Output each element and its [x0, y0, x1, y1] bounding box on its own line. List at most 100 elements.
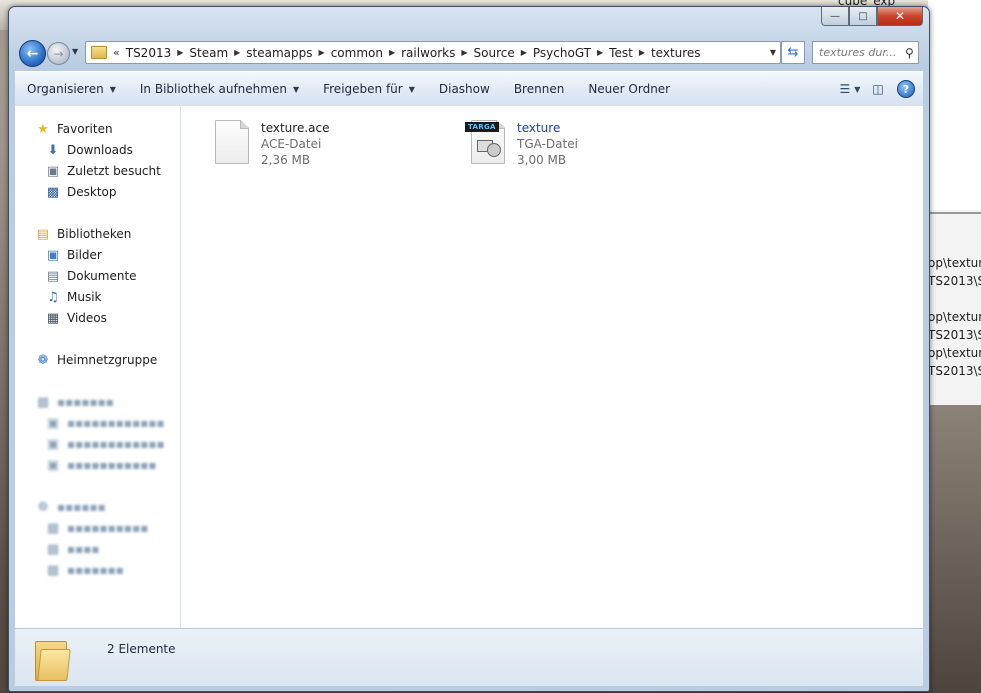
file-details: texture.ace ACE-Datei 2,36 MB	[261, 120, 330, 168]
include-library-label: In Bibliothek aufnehmen	[139, 82, 287, 96]
search-icon[interactable]: ⚲	[905, 46, 914, 60]
breadcrumb-arrow-icon[interactable]: ▶	[317, 48, 327, 57]
back-button[interactable]: ←	[19, 40, 46, 67]
nav-item-label: Musik	[67, 290, 102, 304]
videos-icon: ▦	[46, 310, 60, 326]
maximize-icon: □	[858, 10, 868, 22]
nav-homegroup-label: Heimnetzgruppe	[57, 353, 158, 367]
address-bar[interactable]: « TS2013 ▶ Steam ▶ steamapps ▶ common ▶ rail…	[85, 41, 781, 64]
nav-computer-obscured[interactable]: ▩ ▪▪▪▪▪▪▪	[35, 394, 114, 410]
nav-network-obscured[interactable]: ❁ ▪▪▪▪▪▪	[35, 499, 106, 515]
nav-homegroup[interactable]: ❁ Heimnetzgruppe	[35, 352, 158, 368]
nav-drive-obscured[interactable]: ▣ ▪▪▪▪▪▪▪▪▪▪▪▪	[45, 415, 165, 431]
organize-label: Organisieren	[27, 82, 104, 96]
homegroup-icon: ❁	[37, 352, 49, 368]
file-name: texture	[517, 121, 561, 135]
breadcrumb-item[interactable]: common	[327, 46, 387, 60]
breadcrumb-item[interactable]: steamapps	[242, 46, 316, 60]
breadcrumb-arrow-icon[interactable]: ▶	[637, 48, 647, 57]
nav-item-music[interactable]: ♫ Musik	[45, 289, 102, 305]
pictures-icon: ▣	[46, 247, 60, 263]
minimize-icon: —	[830, 10, 840, 22]
burn-button[interactable]: Brennen	[502, 82, 576, 96]
nav-item-documents[interactable]: ▤ Dokumente	[45, 268, 137, 284]
nav-item-recent[interactable]: ▣ Zuletzt besucht	[45, 163, 161, 179]
recent-pages-dropdown[interactable]: ▼	[72, 47, 78, 56]
obscured-label: ▪▪▪▪▪▪▪▪▪▪▪	[67, 458, 157, 472]
breadcrumb-item[interactable]: PsychoGT	[529, 46, 595, 60]
file-item[interactable]: texture.ace ACE-Datei 2,36 MB	[215, 120, 330, 168]
chevron-down-icon: ▼	[109, 84, 116, 94]
refresh-button[interactable]: ⇆	[781, 41, 805, 64]
star-icon: ★	[37, 121, 49, 137]
background-text-line: op\texture	[928, 310, 981, 324]
forward-button[interactable]: →	[47, 42, 70, 65]
chevron-down-icon: ▼	[408, 84, 415, 94]
nav-item-label: Videos	[67, 311, 107, 325]
downloads-icon: ⬇	[47, 142, 59, 158]
file-size: 3,00 MB	[517, 153, 567, 167]
shape-glyph	[487, 143, 501, 157]
preview-pane-button[interactable]: ◫	[867, 79, 889, 99]
background-text-line: TS2013\St	[928, 328, 981, 342]
background-text-line: op\texture	[928, 256, 981, 270]
share-label: Freigeben für	[323, 82, 403, 96]
close-button[interactable]: ✕	[877, 7, 923, 26]
background-text-line: op\texture	[928, 346, 981, 360]
nav-favorites[interactable]: ★ Favoriten	[35, 121, 112, 137]
breadcrumb-item-current[interactable]: textures	[647, 46, 705, 60]
organize-menu[interactable]: Organisieren ▼	[15, 82, 128, 96]
background-text-line: TS2013\St	[928, 274, 981, 288]
new-folder-label: Neuer Ordner	[588, 82, 671, 96]
share-menu[interactable]: Freigeben für ▼	[311, 82, 427, 96]
breadcrumb-item[interactable]: Steam	[185, 46, 232, 60]
details-pane: 2 Elemente	[15, 628, 923, 686]
minimize-button[interactable]: —	[821, 7, 849, 26]
breadcrumb-arrow-icon[interactable]: ▶	[595, 48, 605, 57]
maximize-button[interactable]: □	[849, 7, 877, 26]
breadcrumb-item[interactable]: TS2013	[122, 46, 176, 60]
desktop-icon: ▩	[46, 184, 60, 200]
file-name: texture.ace	[261, 121, 330, 135]
file-details: texture TGA-Datei 3,00 MB	[517, 120, 578, 168]
include-library-menu[interactable]: In Bibliothek aufnehmen ▼	[128, 82, 311, 96]
nav-drive-obscured[interactable]: ▣ ▪▪▪▪▪▪▪▪▪▪▪	[45, 457, 157, 473]
item-count: 2 Elemente	[107, 642, 176, 656]
nav-libraries[interactable]: ▤ Bibliotheken	[35, 226, 132, 242]
recent-places-icon: ▣	[46, 163, 60, 179]
nav-item-desktop[interactable]: ▩ Desktop	[45, 184, 117, 200]
computer-icon: ▩	[36, 394, 50, 410]
breadcrumb-arrow-icon[interactable]: ▶	[232, 48, 242, 57]
address-history-dropdown[interactable]: ▼	[770, 48, 776, 57]
breadcrumb: « TS2013 ▶ Steam ▶ steamapps ▶ common ▶ rail…	[113, 46, 705, 60]
preview-pane-icon: ◫	[872, 82, 884, 96]
breadcrumb-arrow-icon[interactable]: ▶	[387, 48, 397, 57]
nav-network-item-obscured[interactable]: ▩ ▪▪▪▪	[45, 541, 100, 557]
breadcrumb-arrow-icon[interactable]: ▶	[459, 48, 469, 57]
search-input[interactable]	[819, 46, 901, 59]
file-item[interactable]: TARGA texture TGA-Datei 3,00 MB	[465, 120, 578, 168]
breadcrumb-arrow-icon[interactable]: ▶	[519, 48, 529, 57]
breadcrumb-arrow-icon[interactable]: ▶	[175, 48, 185, 57]
nav-network-item-obscured[interactable]: ▩ ▪▪▪▪▪▪▪	[45, 562, 124, 578]
breadcrumb-item[interactable]: Source	[470, 46, 519, 60]
slideshow-label: Diashow	[438, 82, 490, 96]
nav-item-videos[interactable]: ▦ Videos	[45, 310, 107, 326]
breadcrumb-item[interactable]: railworks	[397, 46, 459, 60]
slideshow-button[interactable]: Diashow	[427, 82, 502, 96]
command-bar: Organisieren ▼ In Bibliothek aufnehmen ▼ F…	[15, 71, 923, 107]
nav-item-downloads[interactable]: ⬇ Downloads	[45, 142, 133, 158]
new-folder-button[interactable]: Neuer Ordner	[576, 82, 682, 96]
obscured-label: ▪▪▪▪▪▪▪	[67, 563, 124, 577]
nav-item-pictures[interactable]: ▣ Bilder	[45, 247, 102, 263]
folder-icon	[35, 635, 71, 681]
nav-network-item-obscured[interactable]: ▩ ▪▪▪▪▪▪▪▪▪▪	[45, 520, 148, 536]
search-box[interactable]: ⚲	[812, 41, 919, 64]
breadcrumb-item[interactable]: Test	[605, 46, 637, 60]
explorer-window: — □ ✕ ← → ▼ « TS2013 ▶ Steam ▶ steamapps ▶ …	[8, 6, 930, 692]
breadcrumb-overflow[interactable]: «	[113, 46, 120, 59]
nav-drive-obscured[interactable]: ▣ ▪▪▪▪▪▪▪▪▪▪▪▪	[45, 436, 165, 452]
help-button[interactable]: ?	[895, 79, 917, 99]
change-view-button[interactable]: ☰ ▼	[839, 79, 861, 99]
nav-item-label: Desktop	[67, 185, 117, 199]
